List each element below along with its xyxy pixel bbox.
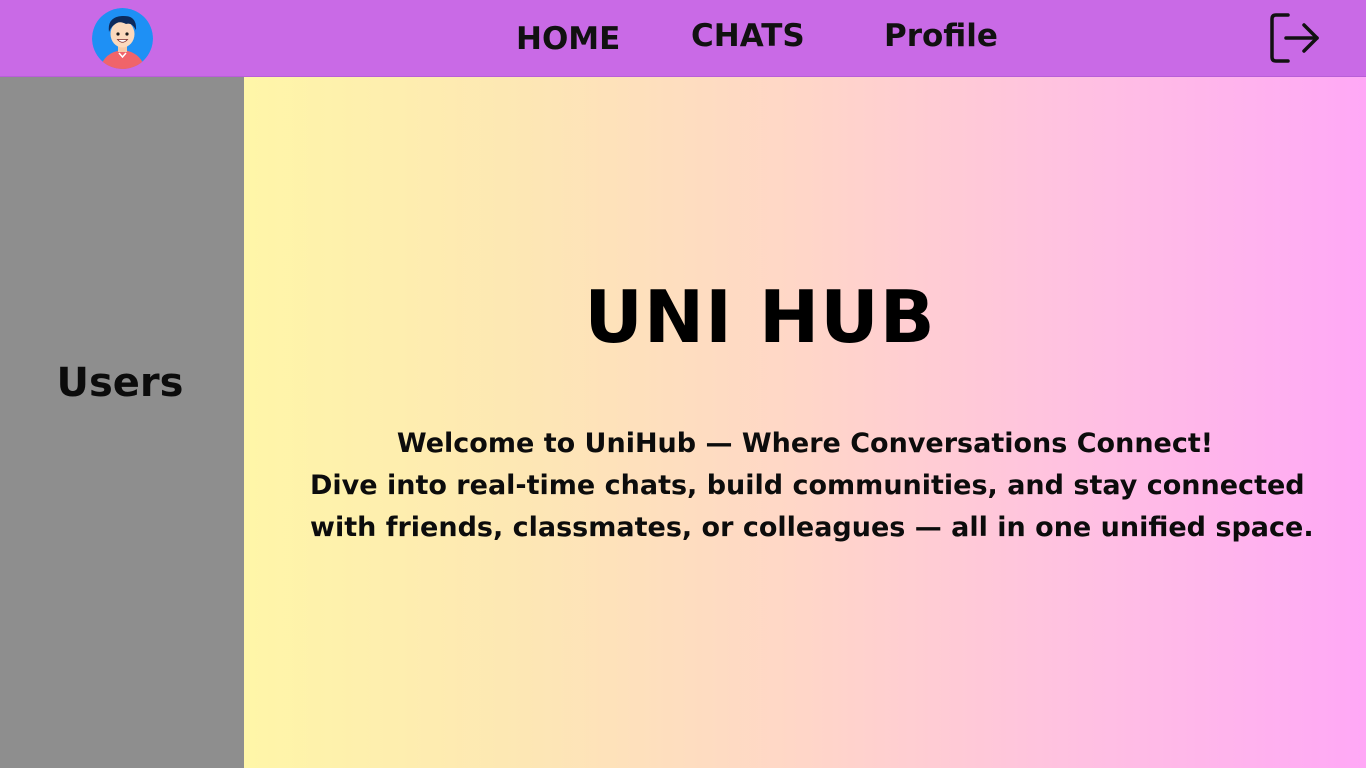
sidebar-title: Users [56,360,184,406]
nav-home-link[interactable]: HOME [516,24,620,55]
welcome-line: with friends, classmates, or colleagues … [310,512,1314,543]
main-content: UNI HUB Welcome to UniHub — Where Conver… [244,77,1366,768]
users-sidebar: Users [0,77,244,768]
user-avatar-icon[interactable] [92,8,153,69]
welcome-line: Dive into real-time chats, build communi… [310,470,1305,501]
nav-profile-link[interactable]: Profile [884,21,998,52]
welcome-line: Welcome to UniHub — Where Conversations … [396,428,1214,459]
top-navigation-bar: HOME CHATS Profile [0,0,1366,77]
welcome-message: Welcome to UniHub — Where Conversations … [310,423,1314,549]
page-title: UNI HUB [584,275,936,359]
nav-chats-link[interactable]: CHATS [691,21,805,52]
logout-icon[interactable] [1268,12,1322,64]
